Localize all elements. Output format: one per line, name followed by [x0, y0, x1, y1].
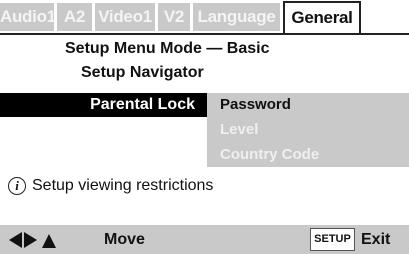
- info-icon: i: [8, 177, 26, 195]
- tab-v2[interactable]: V2: [158, 3, 190, 31]
- tab-general[interactable]: General: [283, 1, 361, 35]
- parental-lock-label: Parental Lock: [90, 96, 195, 113]
- tab-language[interactable]: Language: [193, 3, 280, 31]
- tab-bar: Audio1 A2 Video1 V2 Language General: [0, 0, 409, 35]
- info-text: Setup viewing restrictions: [32, 177, 214, 194]
- info-line: i Setup viewing restrictions: [8, 174, 213, 198]
- tab-divider: [0, 33, 409, 35]
- submenu-item-password[interactable]: Password: [220, 93, 291, 117]
- parental-lock-submenu: Password Level Country Code: [207, 93, 409, 167]
- setup-button[interactable]: SETUP: [310, 228, 355, 251]
- arrow-left-icon: [9, 232, 22, 248]
- submenu-item-level: Level: [220, 121, 259, 138]
- move-label: Move: [104, 231, 145, 248]
- submenu-item-country-code: Country Code: [220, 146, 320, 163]
- exit-label: Exit: [361, 231, 391, 248]
- arrow-up-icon: [42, 234, 56, 248]
- menu-item-parental-lock[interactable]: Parental Lock: [0, 93, 207, 117]
- footer-bar: Move SETUP Exit: [0, 225, 409, 254]
- nav-arrows: [9, 232, 56, 248]
- arrow-right-icon: [24, 232, 37, 248]
- tab-video1[interactable]: Video1: [95, 3, 155, 31]
- setup-navigator-label: Setup Navigator: [81, 64, 204, 81]
- menu-mode-label: Setup Menu Mode — Basic: [65, 40, 270, 57]
- tab-audio1[interactable]: Audio1: [0, 3, 56, 31]
- tab-a2[interactable]: A2: [57, 3, 92, 31]
